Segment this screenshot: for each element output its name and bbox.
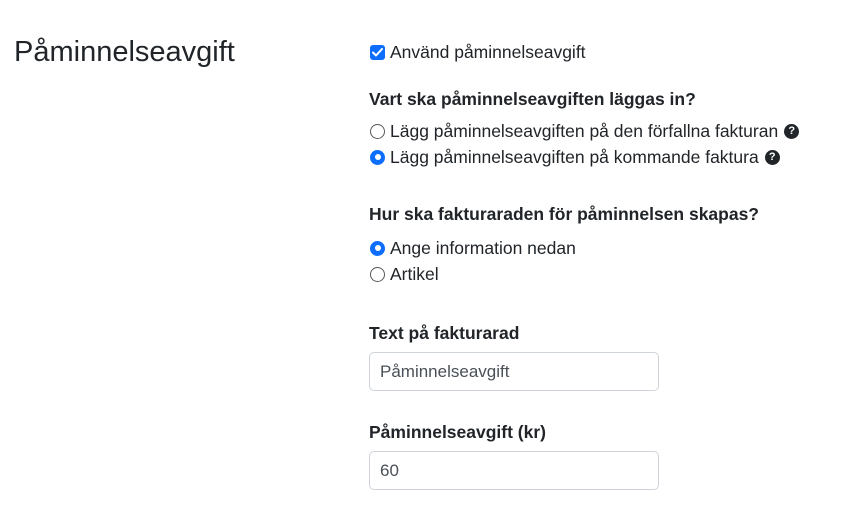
row-creation-option-label: Ange information nedan [390, 238, 576, 258]
placement-option-label: Lägg påminnelseavgiften på kommande fakt… [390, 147, 759, 167]
use-fee-checkbox[interactable] [370, 44, 385, 60]
placement-radio-overdue[interactable] [370, 123, 385, 139]
row-creation-question: Hur ska fakturaraden för påminnelsen ska… [369, 204, 759, 224]
placement-option-upcoming[interactable]: Lägg påminnelseavgiften på kommande fakt… [369, 146, 780, 168]
placement-option-label: Lägg påminnelseavgiften på den förfallna… [390, 121, 779, 141]
row-text-label: Text på fakturarad [369, 323, 520, 343]
use-fee-row[interactable]: Använd påminnelseavgift [369, 41, 586, 63]
question-circle-icon[interactable]: ? [764, 149, 780, 165]
row-creation-option-label: Artikel [390, 264, 439, 284]
row-text-input[interactable] [369, 352, 659, 391]
row-creation-option-manual[interactable]: Ange information nedan [369, 237, 576, 259]
section-title: Påminnelseavgift [14, 36, 235, 68]
placement-option-overdue[interactable]: Lägg påminnelseavgiften på den förfallna… [369, 120, 800, 142]
fee-amount-label: Påminnelseavgift (kr) [369, 422, 546, 442]
row-creation-option-article[interactable]: Artikel [369, 263, 439, 285]
row-creation-radio-manual[interactable] [370, 240, 385, 256]
fee-amount-input[interactable] [369, 451, 659, 490]
row-creation-radio-article[interactable] [370, 266, 385, 282]
placement-question: Vart ska påminnelseavgiften läggas in? [369, 89, 696, 109]
question-circle-icon[interactable]: ? [784, 123, 800, 139]
checkmark-icon [372, 47, 383, 56]
placement-radio-upcoming[interactable] [370, 149, 385, 165]
use-fee-label: Använd påminnelseavgift [390, 42, 586, 62]
